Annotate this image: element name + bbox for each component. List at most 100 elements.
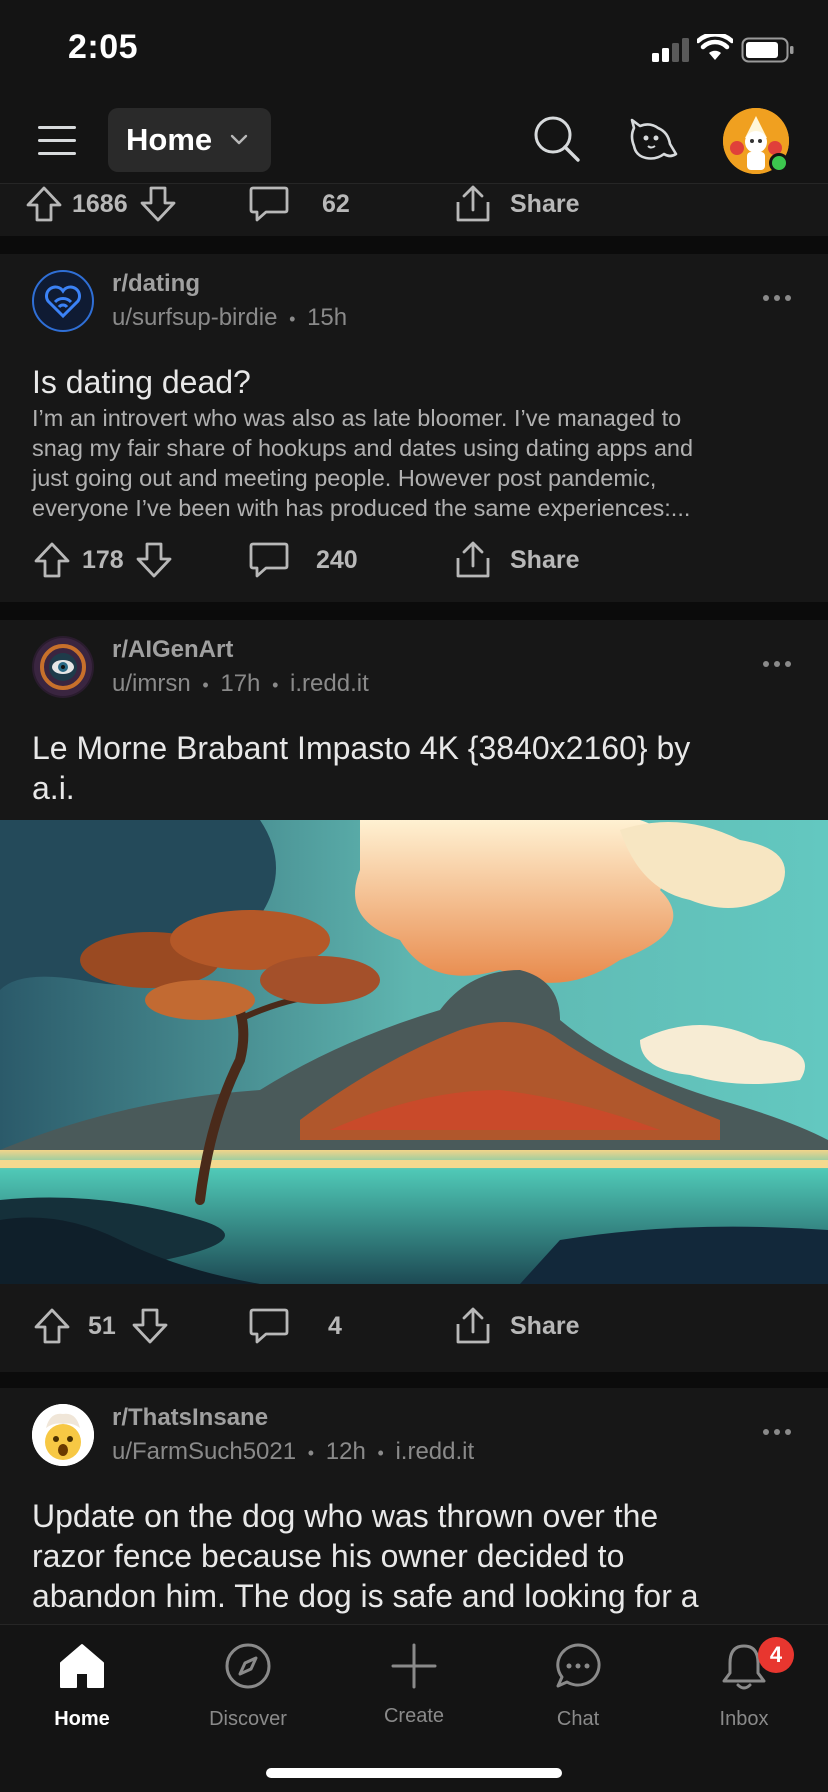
more-options-icon[interactable] <box>762 1426 792 1438</box>
subreddit-icon-thatsinsane[interactable] <box>32 1404 94 1466</box>
more-options-icon[interactable] <box>762 292 792 304</box>
comment-count: 62 <box>322 189 350 218</box>
post-image-landscape[interactable] <box>0 820 828 1284</box>
comment-count: 240 <box>316 545 358 574</box>
post-author[interactable]: u/imrsn <box>112 670 191 697</box>
share-label: Share <box>510 189 580 218</box>
share-icon <box>456 185 490 222</box>
subreddit-name[interactable]: r/AIGenArt <box>112 636 233 664</box>
wifi-icon <box>697 34 733 60</box>
post-title[interactable]: Update on the dog who was thrown over th… <box>32 1496 802 1616</box>
comments-button[interactable]: 240 <box>248 540 358 580</box>
post-body-line: just going out and meeting people. Howev… <box>32 465 657 491</box>
post-actions: 1686 62 Share <box>0 184 828 236</box>
tab-inbox[interactable]: Inbox <box>674 1625 814 1745</box>
post-title-line: abandon him. The dog is safe and looking… <box>32 1578 699 1614</box>
inbox-badge: 4 <box>758 1637 794 1673</box>
subreddit-icon-dating[interactable] <box>32 270 94 332</box>
share-button[interactable]: Share <box>452 184 579 224</box>
comment-count: 4 <box>328 1311 342 1340</box>
snoo-mascot-icon[interactable] <box>626 114 678 164</box>
tab-home[interactable]: Home <box>12 1625 152 1745</box>
tab-label: Discover <box>209 1708 287 1730</box>
downvote-icon[interactable] <box>138 184 178 224</box>
vote-count: 178 <box>82 545 124 574</box>
vote-count: 51 <box>88 1311 116 1340</box>
post-body-line: everyone I’ve been with has produced the… <box>32 495 691 521</box>
comment-icon <box>249 1308 289 1344</box>
eye-art-icon <box>34 638 92 696</box>
hamburger-menu-icon[interactable] <box>38 122 78 158</box>
post-actions: 178 240 Share <box>0 530 828 590</box>
status-bar: 2:05 <box>0 0 828 100</box>
meta-separator: • <box>202 675 209 695</box>
more-options-icon[interactable] <box>762 658 792 670</box>
tab-discover[interactable]: Discover <box>178 1625 318 1745</box>
post-card[interactable]: r/AIGenArt u/imrsn • 17h • i.redd.it Le … <box>0 620 828 1372</box>
share-icon <box>456 541 490 578</box>
bottom-nav: Home Discover Create Chat Inbox 4 <box>0 1624 828 1792</box>
feed-selector-label: Home <box>126 122 213 157</box>
downvote-icon[interactable] <box>130 1306 170 1346</box>
post-domain[interactable]: i.redd.it <box>290 670 369 697</box>
tab-label: Chat <box>556 1708 600 1730</box>
post-author[interactable]: u/FarmSuch5021 <box>112 1438 296 1465</box>
heart-wifi-icon <box>45 285 81 319</box>
post-body-line: snag my fair share of hookups and dates … <box>32 435 694 461</box>
tab-chat[interactable]: Chat <box>508 1625 648 1745</box>
chat-icon <box>556 1643 601 1688</box>
subreddit-name[interactable]: r/ThatsInsane <box>112 1404 268 1432</box>
feed: 1686 62 Share r/dating u/surfsup-birdie <box>0 184 828 1624</box>
subreddit-icon-aigenart[interactable] <box>32 636 94 698</box>
plus-icon <box>391 1643 437 1689</box>
post-actions: 51 4 Share <box>0 1296 828 1356</box>
app-header: Home <box>0 100 828 184</box>
mind-blown-emoji-icon <box>32 1404 94 1466</box>
post-title-line: a.i. <box>32 770 75 806</box>
post-title[interactable]: Le Morne Brabant Impasto 4K {3840x2160} … <box>32 728 802 808</box>
post-title-line: Le Morne Brabant Impasto 4K {3840x2160} … <box>32 730 691 766</box>
post-author[interactable]: u/surfsup-birdie <box>112 304 277 331</box>
post-age: 17h <box>220 670 261 697</box>
share-button[interactable]: Share <box>452 1306 579 1346</box>
upvote-icon[interactable] <box>24 184 64 224</box>
post-body-line: I’m an introvert who was also as late bl… <box>32 405 682 431</box>
online-status-dot <box>769 153 789 173</box>
upvote-icon[interactable] <box>32 1306 72 1346</box>
meta-separator: • <box>377 1443 384 1463</box>
comment-icon <box>249 542 289 578</box>
post-card[interactable]: r/dating u/surfsup-birdie • 15h Is datin… <box>0 254 828 602</box>
post-title[interactable]: Is dating dead? <box>32 362 802 402</box>
feed-selector[interactable]: Home <box>108 108 271 172</box>
post-card[interactable]: r/ThatsInsane u/FarmSuch5021 • 12h • i.r… <box>0 1388 828 1624</box>
comments-button[interactable]: 4 <box>248 1306 342 1346</box>
meta-separator: • <box>272 675 279 695</box>
share-button[interactable]: Share <box>452 540 579 580</box>
cellular-signal-icon <box>652 38 689 62</box>
search-icon[interactable] <box>532 114 582 164</box>
post-card-previous: 1686 62 Share <box>0 184 828 236</box>
post-meta: u/imrsn • 17h • i.redd.it <box>112 670 369 698</box>
vote-group: 178 <box>32 540 174 580</box>
tab-label: Home <box>54 1708 110 1730</box>
share-label: Share <box>510 1311 580 1340</box>
vote-group: 51 <box>32 1306 170 1346</box>
meta-separator: • <box>307 1443 315 1463</box>
home-indicator[interactable] <box>266 1768 562 1778</box>
upvote-icon[interactable] <box>32 540 72 580</box>
comments-button[interactable]: 62 <box>248 184 350 224</box>
status-time: 2:05 <box>68 28 139 66</box>
vote-group: 1686 <box>24 184 178 224</box>
downvote-icon[interactable] <box>134 540 174 580</box>
meta-separator: • <box>289 309 296 329</box>
chevron-down-icon <box>230 134 248 145</box>
post-body-preview[interactable]: I’m an introvert who was also as late bl… <box>32 403 802 523</box>
post-domain[interactable]: i.redd.it <box>395 1438 474 1465</box>
battery-icon <box>741 37 794 63</box>
share-icon <box>456 1307 490 1344</box>
compass-icon <box>225 1643 271 1689</box>
post-title-line: razor fence because his owner decided to <box>32 1538 625 1574</box>
tab-create[interactable]: Create <box>344 1625 484 1745</box>
vote-count: 1686 <box>72 189 128 218</box>
subreddit-name[interactable]: r/dating <box>112 270 200 298</box>
